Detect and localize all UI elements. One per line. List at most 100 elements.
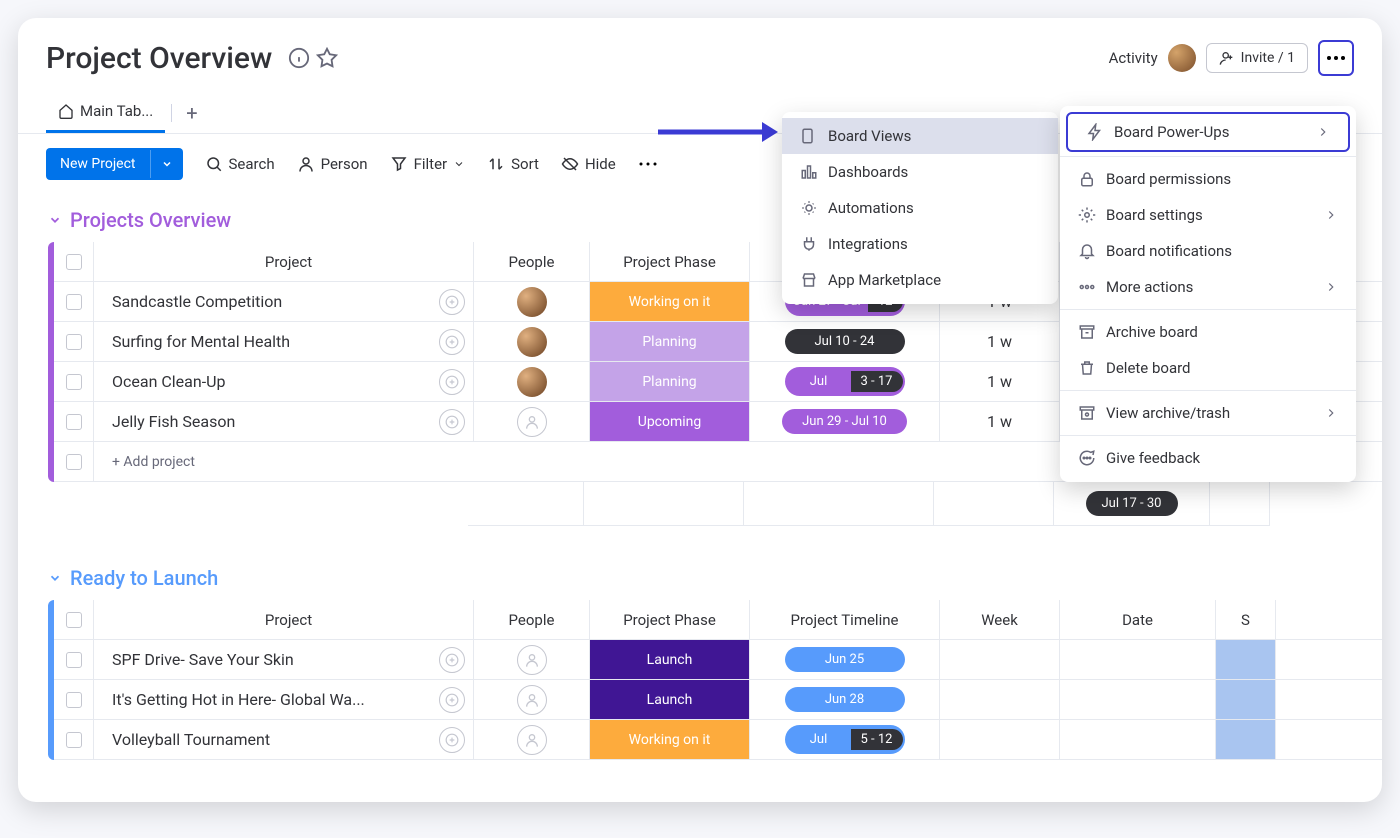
project-name-cell[interactable]: Ocean Clean-Up bbox=[94, 362, 474, 401]
menu-item[interactable]: Board Views bbox=[782, 118, 1058, 154]
star-icon[interactable] bbox=[316, 47, 338, 69]
checkbox-header[interactable] bbox=[54, 600, 94, 639]
menu-item-label: Delete board bbox=[1106, 359, 1191, 377]
phase-cell[interactable]: Launch bbox=[590, 640, 750, 679]
people-cell[interactable] bbox=[474, 322, 590, 361]
menu-item[interactable]: Board Power-Ups bbox=[1066, 112, 1350, 152]
toolbar-more-button[interactable] bbox=[638, 161, 658, 167]
summary-row: Jul 17 - 30 bbox=[48, 482, 1382, 526]
row-checkbox[interactable] bbox=[54, 282, 94, 321]
week-cell[interactable] bbox=[940, 640, 1060, 679]
date-cell[interactable] bbox=[1060, 680, 1216, 719]
row-checkbox[interactable] bbox=[54, 720, 94, 759]
phase-cell[interactable]: Upcoming bbox=[590, 402, 750, 441]
status-cell[interactable] bbox=[1216, 720, 1276, 759]
phase-cell[interactable]: Planning bbox=[590, 362, 750, 401]
board-options-menu[interactable]: Board Power-Ups Board permissionsBoard se… bbox=[1060, 106, 1356, 482]
table-row[interactable]: SPF Drive- Save Your Skin Launch Jun 25 bbox=[54, 640, 1382, 680]
row-checkbox[interactable] bbox=[54, 322, 94, 361]
hide-button[interactable]: Hide bbox=[561, 155, 616, 173]
eye-off-icon bbox=[561, 155, 579, 173]
menu-item[interactable]: View archive/trash bbox=[1060, 395, 1356, 431]
project-name-cell[interactable]: Surfing for Mental Health bbox=[94, 322, 474, 361]
project-name-cell[interactable]: SPF Drive- Save Your Skin bbox=[94, 640, 474, 679]
timeline-cell[interactable]: Jul5 - 12 bbox=[750, 720, 940, 759]
invite-button[interactable]: Invite / 1 bbox=[1206, 43, 1308, 73]
people-cell[interactable] bbox=[474, 362, 590, 401]
week-cell[interactable] bbox=[940, 720, 1060, 759]
project-name-cell[interactable]: It's Getting Hot in Here- Global Wa... bbox=[94, 680, 474, 719]
project-name-cell[interactable]: Sandcastle Competition bbox=[94, 282, 474, 321]
menu-item[interactable]: Dashboards bbox=[782, 154, 1058, 190]
add-message-icon[interactable] bbox=[439, 409, 465, 435]
table-row[interactable]: Volleyball Tournament Working on it Jul5… bbox=[54, 720, 1382, 760]
week-cell[interactable] bbox=[940, 680, 1060, 719]
date-cell[interactable] bbox=[1060, 640, 1216, 679]
filter-button[interactable]: Filter bbox=[390, 155, 466, 173]
timeline-cell[interactable]: Jul 10 - 24 bbox=[750, 322, 940, 361]
add-message-icon[interactable] bbox=[439, 687, 465, 713]
timeline-cell[interactable]: Jun 28 bbox=[750, 680, 940, 719]
menu-item[interactable]: Give feedback bbox=[1060, 440, 1356, 476]
group-header[interactable]: Ready to Launch bbox=[18, 552, 1382, 600]
phase-cell[interactable]: Working on it bbox=[590, 720, 750, 759]
checkbox-header[interactable] bbox=[54, 242, 94, 281]
menu-item-label: Board Power-Ups bbox=[1114, 123, 1229, 141]
menu-item[interactable]: Board settings bbox=[1060, 197, 1356, 233]
avatar[interactable] bbox=[1168, 44, 1196, 72]
board-views-menu[interactable]: Board Views DashboardsAutomationsIntegrat… bbox=[782, 112, 1058, 304]
menu-item[interactable]: App Marketplace bbox=[782, 262, 1058, 298]
row-checkbox[interactable] bbox=[54, 362, 94, 401]
col-project: Project bbox=[94, 600, 474, 639]
tab-main[interactable]: Main Tab... bbox=[46, 92, 165, 133]
week-cell[interactable]: 1 w bbox=[940, 402, 1060, 441]
dots-icon bbox=[1326, 55, 1346, 61]
add-message-icon[interactable] bbox=[439, 727, 465, 753]
add-tab-button[interactable]: + bbox=[178, 97, 205, 129]
add-message-icon[interactable] bbox=[439, 369, 465, 395]
menu-item[interactable]: Delete board bbox=[1060, 350, 1356, 386]
sort-button[interactable]: Sort bbox=[487, 155, 539, 173]
people-cell[interactable] bbox=[474, 680, 590, 719]
menu-item[interactable]: Archive board bbox=[1060, 314, 1356, 350]
search-button[interactable]: Search bbox=[205, 155, 275, 173]
col-timeline: Project Timeline bbox=[750, 600, 940, 639]
menu-item-label: Board Views bbox=[828, 127, 911, 145]
row-checkbox[interactable] bbox=[54, 680, 94, 719]
people-cell[interactable] bbox=[474, 640, 590, 679]
status-cell[interactable] bbox=[1216, 640, 1276, 679]
add-message-icon[interactable] bbox=[439, 647, 465, 673]
menu-item[interactable]: Automations bbox=[782, 190, 1058, 226]
person-filter-button[interactable]: Person bbox=[297, 155, 368, 173]
activity-label[interactable]: Activity bbox=[1109, 49, 1158, 67]
phase-cell[interactable]: Launch bbox=[590, 680, 750, 719]
menu-item[interactable]: Board permissions bbox=[1060, 161, 1356, 197]
timeline-cell[interactable]: Jul3 - 17 bbox=[750, 362, 940, 401]
timeline-cell[interactable]: Jun 29 - Jul 10 bbox=[750, 402, 940, 441]
people-cell[interactable] bbox=[474, 282, 590, 321]
menu-item[interactable]: Integrations bbox=[782, 226, 1058, 262]
add-message-icon[interactable] bbox=[439, 289, 465, 315]
info-icon[interactable] bbox=[288, 47, 310, 69]
people-cell[interactable] bbox=[474, 402, 590, 441]
timeline-cell[interactable]: Jun 25 bbox=[750, 640, 940, 679]
status-cell[interactable] bbox=[1216, 680, 1276, 719]
row-checkbox[interactable] bbox=[54, 402, 94, 441]
add-message-icon[interactable] bbox=[439, 329, 465, 355]
menu-item[interactable]: Board notifications bbox=[1060, 233, 1356, 269]
week-cell[interactable]: 1 w bbox=[940, 362, 1060, 401]
gear-icon bbox=[1078, 206, 1096, 224]
more-button[interactable] bbox=[1318, 40, 1354, 76]
new-project-button[interactable]: New Project bbox=[46, 148, 183, 180]
menu-item[interactable]: More actions bbox=[1060, 269, 1356, 305]
new-project-dropdown[interactable] bbox=[150, 150, 183, 178]
phase-cell[interactable]: Working on it bbox=[590, 282, 750, 321]
week-cell[interactable]: 1 w bbox=[940, 322, 1060, 361]
date-cell[interactable] bbox=[1060, 720, 1216, 759]
project-name-cell[interactable]: Jelly Fish Season bbox=[94, 402, 474, 441]
phase-cell[interactable]: Planning bbox=[590, 322, 750, 361]
table-row[interactable]: It's Getting Hot in Here- Global Wa... L… bbox=[54, 680, 1382, 720]
people-cell[interactable] bbox=[474, 720, 590, 759]
project-name-cell[interactable]: Volleyball Tournament bbox=[94, 720, 474, 759]
row-checkbox[interactable] bbox=[54, 640, 94, 679]
